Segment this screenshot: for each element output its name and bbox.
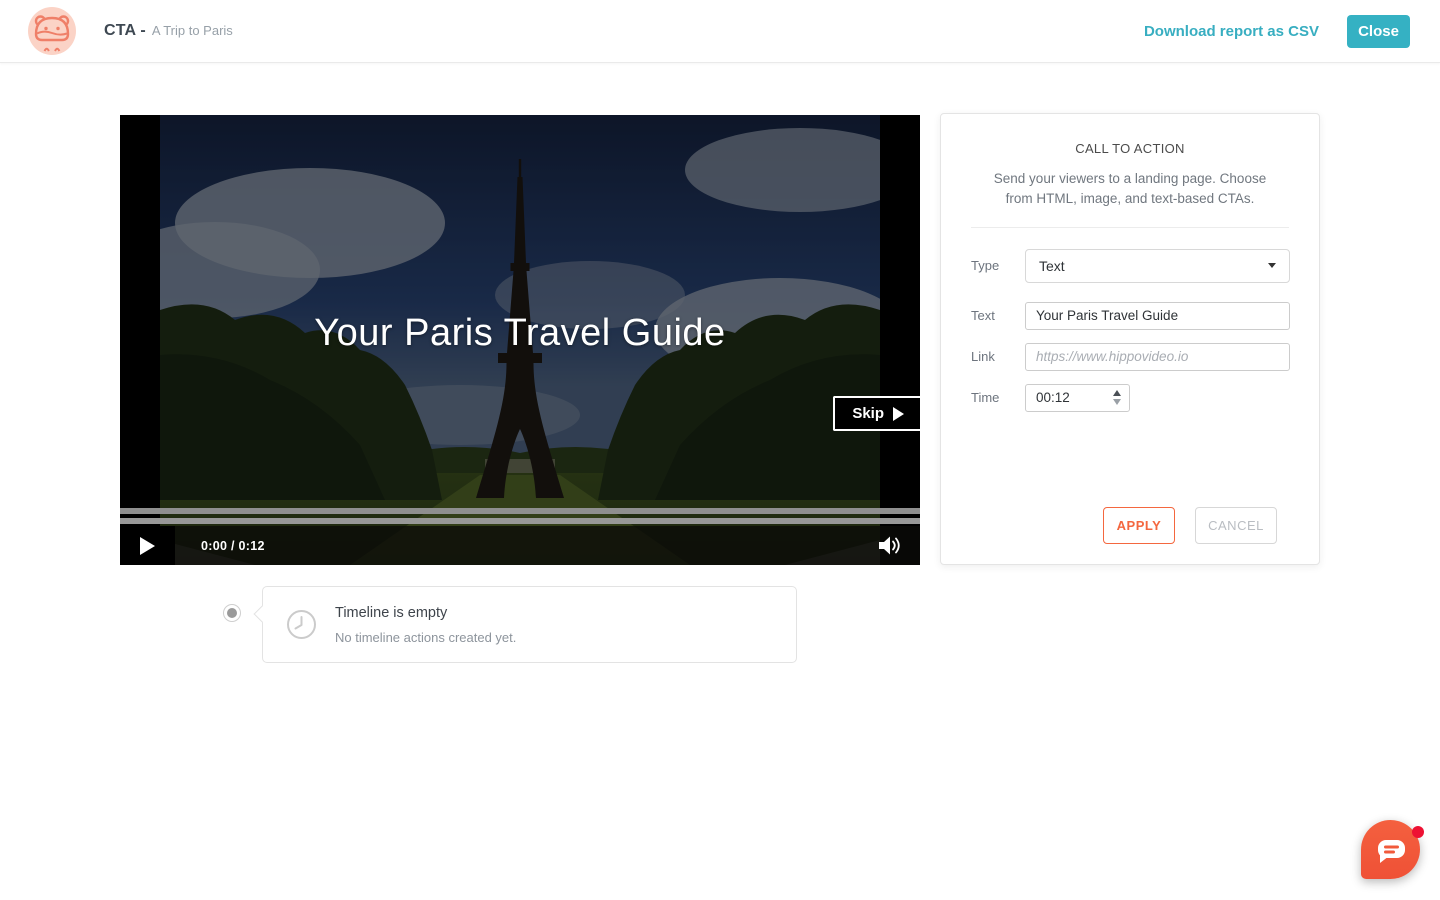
- play-button[interactable]: [120, 526, 175, 565]
- skip-button[interactable]: Skip: [833, 396, 920, 431]
- link-label: Link: [971, 349, 1025, 364]
- video-control-bar: 0:00 / 0:12: [120, 526, 920, 565]
- panel-divider: [971, 227, 1289, 228]
- seek-bar-bottom[interactable]: [120, 518, 920, 524]
- volume-icon: [879, 536, 902, 555]
- type-select[interactable]: Text: [1025, 249, 1290, 283]
- download-csv-link[interactable]: Download report as CSV: [1144, 23, 1319, 40]
- seek-bar-top[interactable]: [120, 508, 920, 514]
- panel-description: Send your viewers to a landing page. Cho…: [981, 169, 1279, 210]
- cta-form: Type Text Text Link Time: [971, 249, 1319, 412]
- chat-launcher-button[interactable]: [1361, 820, 1420, 879]
- timeline-card-notch: [254, 606, 271, 623]
- time-label: Time: [971, 390, 1025, 405]
- video-player[interactable]: Your Paris Travel Guide Skip 0:00 / 0:12: [120, 115, 920, 565]
- type-select-value: Text: [1039, 258, 1065, 274]
- video-name: A Trip to Paris: [152, 23, 233, 38]
- panel-title: CALL TO ACTION: [941, 141, 1319, 156]
- timeline-empty-subtitle: No timeline actions created yet.: [335, 630, 516, 645]
- timeline-empty-card: Timeline is empty No timeline actions cr…: [262, 586, 797, 663]
- stepper-up-icon[interactable]: [1113, 390, 1121, 396]
- volume-button[interactable]: [879, 536, 902, 555]
- close-button[interactable]: Close: [1347, 15, 1410, 48]
- apply-button[interactable]: APPLY: [1103, 507, 1175, 544]
- time-display: 0:00 / 0:12: [201, 539, 265, 553]
- chevron-down-icon: [1268, 263, 1276, 268]
- type-label: Type: [971, 258, 1025, 273]
- play-arrow-icon: [893, 407, 904, 421]
- link-input[interactable]: [1025, 343, 1290, 371]
- play-icon: [140, 537, 155, 555]
- app-root: CTA - A Trip to Paris Download report as…: [0, 0, 1440, 900]
- text-input[interactable]: [1025, 302, 1290, 330]
- top-bar: CTA - A Trip to Paris Download report as…: [0, 0, 1440, 63]
- hippo-logo-icon: [28, 7, 76, 55]
- page-title: CTA -: [104, 22, 146, 40]
- stepper-up-down-icon[interactable]: [1113, 390, 1121, 405]
- breadcrumb: CTA - A Trip to Paris: [104, 22, 233, 40]
- cta-panel: CALL TO ACTION Send your viewers to a la…: [940, 113, 1320, 565]
- notification-dot: [1412, 826, 1424, 838]
- timeline-bullet: [223, 604, 241, 622]
- cancel-button[interactable]: CANCEL: [1195, 507, 1277, 544]
- stepper-down-icon[interactable]: [1113, 399, 1121, 405]
- video-overlay-title: Your Paris Travel Guide: [120, 312, 920, 355]
- skip-label: Skip: [852, 405, 884, 422]
- text-label: Text: [971, 308, 1025, 323]
- chat-bubble-icon: [1361, 820, 1420, 879]
- timeline-empty-title: Timeline is empty: [335, 605, 447, 621]
- clock-icon: [286, 609, 317, 645]
